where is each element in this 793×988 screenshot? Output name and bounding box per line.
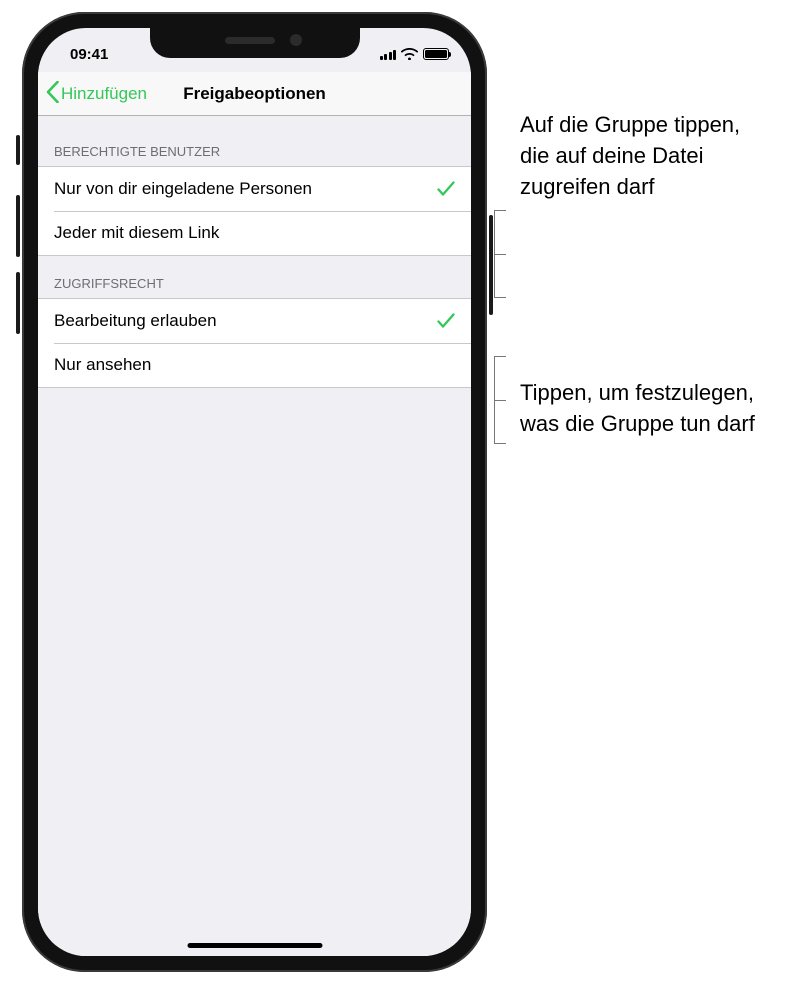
status-time: 09:41 xyxy=(60,38,108,63)
option-allow-editing[interactable]: Bearbeitung erlauben xyxy=(38,299,471,343)
callout-bracket xyxy=(494,356,495,444)
option-label: Bearbeitung erlauben xyxy=(54,311,217,331)
option-invited-only[interactable]: Nur von dir eingeladene Personen xyxy=(38,167,471,211)
section-header-users: Berechtigte Benutzer xyxy=(38,116,471,166)
section-header-permission: Zugriffsrecht xyxy=(38,256,471,298)
option-label: Nur ansehen xyxy=(54,355,151,375)
volume-up-button xyxy=(16,195,20,257)
navigation-bar: Hinzufügen Freigabeoptionen xyxy=(38,72,471,116)
option-view-only[interactable]: Nur ansehen xyxy=(38,343,471,387)
permission-list: Bearbeitung erlauben Nur ansehen xyxy=(38,298,471,388)
callout-bracket xyxy=(494,210,495,298)
phone-frame: 09:41 Hinzufügen Freigabeoptionen Berech… xyxy=(22,12,487,972)
battery-icon xyxy=(423,48,449,60)
callout-access-group: Auf die Gruppe tippen, die auf deine Dat… xyxy=(520,110,770,202)
cellular-icon xyxy=(380,49,397,60)
back-button-label[interactable]: Hinzufügen xyxy=(61,84,147,104)
users-list: Nur von dir eingeladene Personen Jeder m… xyxy=(38,166,471,256)
notch xyxy=(150,28,360,58)
option-anyone-with-link[interactable]: Jeder mit diesem Link xyxy=(38,211,471,255)
option-label: Nur von dir eingeladene Personen xyxy=(54,179,312,199)
back-chevron-icon[interactable] xyxy=(38,80,59,108)
callout-permission: Tippen, um festzulegen, was die Gruppe t… xyxy=(520,378,780,440)
content-area: Berechtigte Benutzer Nur von dir eingela… xyxy=(38,116,471,956)
volume-down-button xyxy=(16,272,20,334)
wifi-icon xyxy=(401,48,418,60)
home-indicator[interactable] xyxy=(187,943,322,948)
power-button xyxy=(489,215,493,315)
checkmark-icon xyxy=(437,313,455,329)
screen: 09:41 Hinzufügen Freigabeoptionen Berech… xyxy=(38,28,471,956)
option-label: Jeder mit diesem Link xyxy=(54,223,219,243)
checkmark-icon xyxy=(437,181,455,197)
mute-switch xyxy=(16,135,20,165)
